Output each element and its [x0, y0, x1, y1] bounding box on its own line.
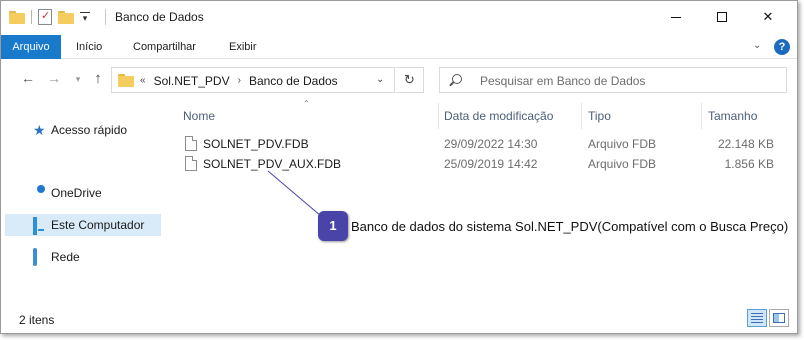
- details-view-button[interactable]: [747, 309, 767, 327]
- callout-pointer-line: [267, 170, 322, 217]
- large-icons-view-button[interactable]: [769, 309, 789, 327]
- callout-text: Banco de dados do sistema Sol.NET_PDV(Co…: [351, 219, 789, 234]
- details-view-icon: [751, 313, 763, 323]
- callout-line: [267, 170, 322, 217]
- large-icons-view-icon: [773, 313, 785, 323]
- callout-badge: 1: [318, 211, 348, 241]
- status-item-count: 2 itens: [19, 313, 55, 327]
- file-explorer-window: ▾ Banco de Dados ✕ Arquivo Início Compar…: [0, 0, 798, 334]
